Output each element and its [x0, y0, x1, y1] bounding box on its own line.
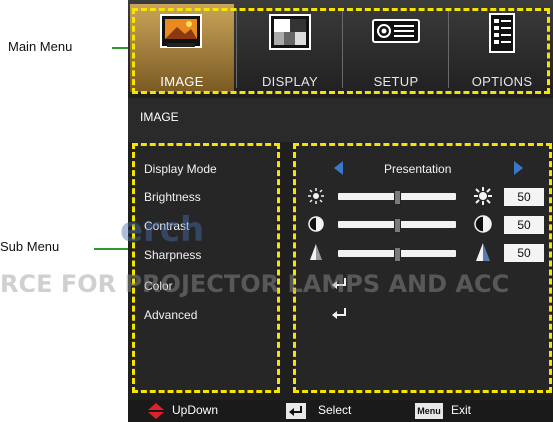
footer-select: Select: [318, 403, 352, 417]
enter-key-icon: [286, 403, 306, 419]
contrast-value: 50: [504, 216, 544, 234]
menu-key-icon: Menu: [415, 403, 443, 419]
settings-highlight: [293, 143, 552, 393]
sun-small-icon: [308, 188, 324, 204]
submenu-highlight: [132, 143, 280, 393]
section-header: IMAGE: [128, 98, 553, 142]
display-mode-value: Presentation: [384, 162, 452, 176]
footer-updown: UpDown: [172, 403, 219, 417]
slider-thumb[interactable]: [394, 247, 401, 262]
brightness-value: 50: [504, 188, 544, 206]
menu-item-display-mode[interactable]: Display Mode: [144, 162, 217, 176]
arrow-right-icon[interactable]: [513, 161, 523, 175]
main-menu-annotation: Main Menu: [8, 39, 73, 54]
brightness-slider[interactable]: [338, 190, 456, 205]
sharpness-low-icon: [310, 244, 322, 260]
sharpness-value: 50: [504, 244, 544, 262]
updown-icon: [148, 403, 164, 419]
slider-thumb[interactable]: [394, 218, 401, 233]
slider-thumb[interactable]: [394, 190, 401, 205]
arrow-left-icon[interactable]: [334, 161, 344, 175]
enter-icon[interactable]: [332, 308, 348, 320]
watermark-line2: RCE FOR PROJECTOR LAMPS AND ACC: [0, 270, 510, 298]
watermark-line1: erch: [120, 210, 205, 250]
contrast-high-icon: [474, 215, 492, 233]
main-menu-highlight: [132, 8, 550, 94]
footer-exit: Exit: [451, 403, 472, 417]
sharpness-high-icon: [476, 243, 490, 261]
main-menu-bar: IMAGE DISPLAY SETUP OPTIONS: [128, 0, 553, 96]
footer-bar: UpDown Select Menu Exit: [128, 400, 553, 422]
contrast-slider[interactable]: [338, 218, 456, 233]
menu-item-advanced[interactable]: Advanced: [144, 308, 197, 322]
contrast-low-icon: [308, 216, 324, 232]
sharpness-slider[interactable]: [338, 247, 456, 262]
sun-large-icon: [474, 187, 492, 205]
menu-item-brightness[interactable]: Brightness: [144, 190, 201, 204]
menu-item-sharpness[interactable]: Sharpness: [144, 248, 201, 262]
sub-menu-annotation: Sub Menu: [0, 239, 60, 254]
section-title: IMAGE: [140, 110, 179, 124]
